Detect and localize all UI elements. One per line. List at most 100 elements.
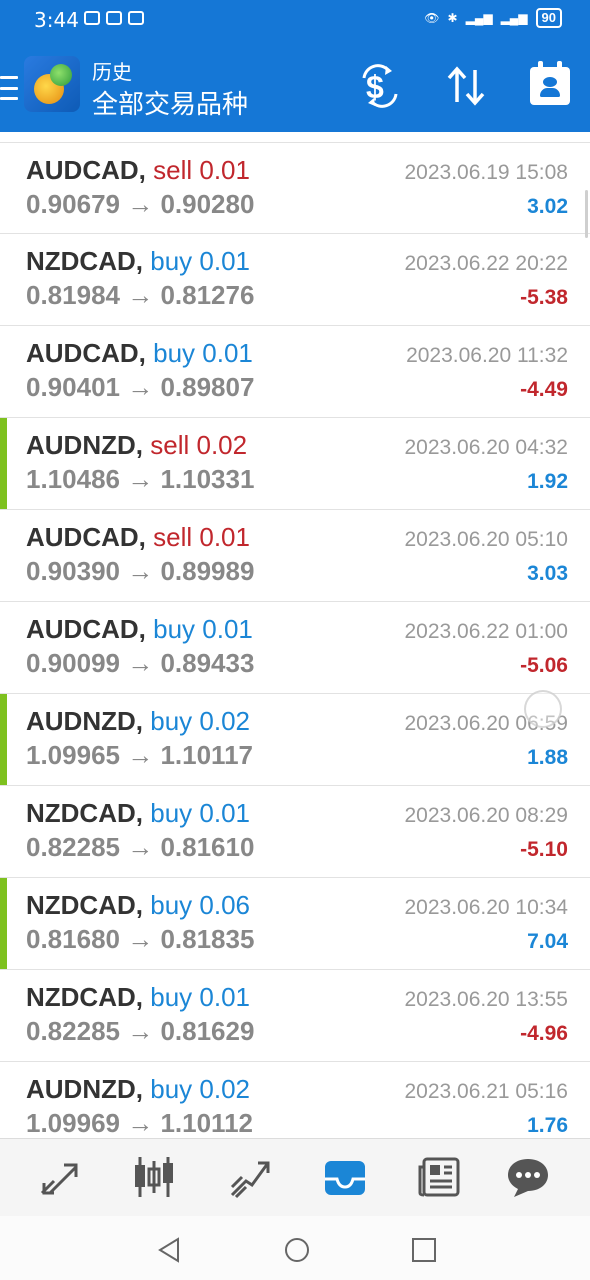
deposit-dollar-icon[interactable]: $ <box>356 62 404 110</box>
arrow-icon: → <box>127 189 154 219</box>
news-icon[interactable] <box>416 1153 464 1201</box>
trade-row[interactable]: AUDCAD, buy 0.01 0.90401 → 0.89807 2023.06… <box>0 326 590 418</box>
trade-profit: -4.96 <box>520 1022 568 1045</box>
recents-icon[interactable] <box>410 1236 438 1264</box>
status-bar: 3:44 👁 ✱ ▂▄▆ ▂▄▆ 90 <box>0 0 590 38</box>
trade-profit: 7.04 <box>527 930 568 953</box>
trade-datetime: 2023.06.20 10:34 <box>404 896 569 919</box>
trade-profit: -5.10 <box>520 838 568 861</box>
trade-side: buy <box>153 338 196 368</box>
open-price: 1.10486 <box>26 464 120 494</box>
signal-icon: ▂▄▆ <box>465 11 493 25</box>
trade-datetime: 2023.06.20 13:55 <box>404 988 569 1011</box>
symbol-line: AUDCAD, buy 0.01 <box>26 338 253 369</box>
trade-datetime: 2023.06.21 05:16 <box>404 1080 569 1103</box>
arrow-icon: → <box>127 1108 154 1138</box>
open-price: 0.81680 <box>26 924 120 954</box>
trade-datetime: 2023.06.20 11:32 <box>406 344 568 367</box>
close-price: 1.10112 <box>160 1108 254 1138</box>
trade-volume: 0.01 <box>199 982 250 1012</box>
arrow-icon: → <box>127 832 154 862</box>
symbol: NZDCAD, <box>26 798 143 828</box>
arrow-icon: → <box>127 556 154 586</box>
system-icons: 👁 ✱ ▂▄▆ ▂▄▆ 90 <box>424 8 562 28</box>
metatrader-logo <box>24 56 80 112</box>
trade-row[interactable]: NZDCAD, buy 0.01 0.82285 → 0.81629 2023.06… <box>0 970 590 1062</box>
close-price: 0.90280 <box>160 189 255 219</box>
notification-icons <box>84 9 144 27</box>
trade-side: sell <box>150 430 190 460</box>
close-price: 0.89433 <box>160 648 255 678</box>
sort-icon[interactable] <box>442 62 490 110</box>
trade-datetime: 2023.06.20 05:10 <box>404 528 569 551</box>
battery-icon: 90 <box>535 8 562 28</box>
back-icon[interactable] <box>156 1236 184 1264</box>
home-icon[interactable] <box>283 1236 311 1264</box>
chart-candles-icon[interactable] <box>130 1153 178 1201</box>
chat-icon[interactable] <box>504 1153 552 1201</box>
price-line: 0.90099 → 0.89433 <box>26 648 254 679</box>
menu-icon[interactable] <box>0 76 18 100</box>
open-price: 0.82285 <box>26 832 120 862</box>
trade-row[interactable]: NZDCAD, buy 0.06 0.81680 → 0.81835 2023.06… <box>0 878 590 970</box>
price-line: 0.82285 → 0.81610 <box>26 832 254 863</box>
trade-volume: 0.01 <box>199 246 250 276</box>
close-price: 0.81276 <box>160 280 255 310</box>
symbol: NZDCAD, <box>26 982 143 1012</box>
close-price: 1.10117 <box>160 740 254 770</box>
symbol: AUDCAD, <box>26 522 146 552</box>
open-price: 0.82285 <box>26 1016 120 1046</box>
symbol: NZDCAD, <box>26 890 143 920</box>
trade-volume: 0.02 <box>196 430 248 460</box>
price-line: 1.09965 → 1.10117 <box>26 740 253 771</box>
arrow-icon: → <box>127 648 154 678</box>
trade-profit: -5.06 <box>520 654 568 677</box>
open-price: 1.09969 <box>26 1108 120 1138</box>
trade-row[interactable]: AUDNZD, buy 0.02 1.09965 → 1.10117 2023.06… <box>0 694 590 786</box>
scrollbar[interactable] <box>585 190 588 238</box>
trade-side: buy <box>150 1074 193 1104</box>
trade-side: buy <box>150 798 193 828</box>
symbol-line: AUDNZD, buy 0.02 <box>26 1074 250 1105</box>
trade-row[interactable]: AUDCAD, sell 0.01 0.90390 → 0.89989 2023.0… <box>0 510 590 602</box>
trade-row[interactable]: AUDCAD, buy 0.01 0.90099 → 0.89433 2023.06… <box>0 602 590 694</box>
symbol-line: AUDNZD, buy 0.02 <box>26 706 250 737</box>
symbol: NZDCAD, <box>26 246 143 276</box>
trade-row[interactable]: NZDCAD, buy 0.01 0.81984 → 0.81276 2023.06… <box>0 234 590 326</box>
arrow-icon: → <box>127 280 154 310</box>
quotes-icon[interactable] <box>36 1153 84 1201</box>
symbol-line: AUDCAD, sell 0.01 <box>26 522 250 553</box>
trade-side: sell <box>153 155 193 185</box>
open-price: 0.90099 <box>26 648 120 678</box>
trade-row[interactable]: AUDNZD, sell 0.02 1.10486 → 1.10331 2023.0… <box>0 418 590 510</box>
trade-datetime: 2023.06.20 04:32 <box>404 436 569 459</box>
trade-row[interactable]: AUDNZD, buy 0.02 1.09969 → 1.10112 2023.06… <box>0 1062 590 1138</box>
price-line: 0.90390 → 0.89989 <box>26 556 254 587</box>
trade-profit: -4.49 <box>520 378 568 401</box>
trade-profit: -5.38 <box>520 286 568 309</box>
price-line: 1.10486 → 1.10331 <box>26 464 254 495</box>
trade-volume: 0.01 <box>199 798 250 828</box>
video-icon <box>84 11 100 25</box>
trade-volume: 0.01 <box>199 522 250 552</box>
row-marker <box>0 878 7 969</box>
trade-row[interactable]: NZDCAD, buy 0.01 0.82285 → 0.81610 2023.06… <box>0 786 590 878</box>
trade-volume: 0.06 <box>199 890 250 920</box>
symbol: AUDCAD, <box>26 338 146 368</box>
arrow-icon: → <box>127 372 154 402</box>
trade-profit: 3.02 <box>527 195 568 218</box>
signal-icon-2: ▂▄▆ <box>500 11 528 25</box>
symbol-line: AUDCAD, sell 0.01 <box>26 155 250 186</box>
header-title[interactable]: 全部交易品种 <box>92 84 248 121</box>
trade-row[interactable]: AUDCAD, sell 0.01 0.90679 → 0.90280 2023.0… <box>0 142 590 234</box>
close-price: 0.81610 <box>160 832 255 862</box>
eye-icon: 👁 <box>424 11 440 25</box>
bottom-tab-bar <box>0 1138 590 1216</box>
open-price: 0.90390 <box>26 556 120 586</box>
calendar-icon[interactable] <box>526 61 574 110</box>
trade-icon[interactable] <box>226 1153 274 1201</box>
history-inbox-icon[interactable] <box>321 1153 369 1201</box>
row-marker <box>0 418 7 509</box>
trade-side: buy <box>150 982 193 1012</box>
trade-history-list[interactable]: AUDCAD, sell 0.01 0.90679 → 0.90280 2023.0… <box>0 142 590 1138</box>
